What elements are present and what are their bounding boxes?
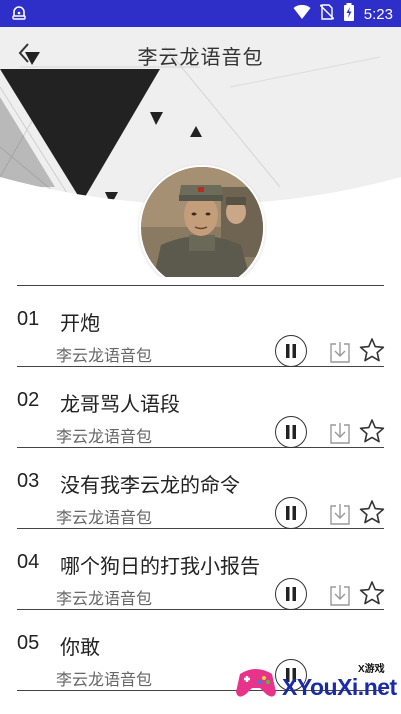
track-name: 哪个狗日的打我小报告 bbox=[60, 556, 260, 578]
pause-button[interactable] bbox=[275, 497, 307, 529]
gamepad-logo-icon bbox=[234, 660, 278, 704]
download-icon[interactable] bbox=[329, 502, 351, 526]
track-name: 没有我李云龙的命令 bbox=[60, 475, 240, 497]
track-number: 04 bbox=[17, 551, 40, 573]
watermark-small-text: X游戏 bbox=[358, 664, 385, 675]
list-item[interactable]: 03 没有我李云龙的命令 李云龙语音包 bbox=[17, 448, 385, 529]
list-item[interactable]: 02 龙哥骂人语段 李云龙语音包 bbox=[17, 367, 385, 448]
list-item[interactable]: 04 哪个狗日的打我小报告 李云龙语音包 bbox=[17, 529, 385, 610]
star-icon[interactable] bbox=[359, 499, 385, 525]
notification-icon bbox=[10, 4, 28, 27]
track-name: 你敢 bbox=[60, 637, 100, 659]
star-icon[interactable] bbox=[359, 337, 385, 363]
track-number: 01 bbox=[17, 308, 40, 330]
track-album: 李云龙语音包 bbox=[56, 672, 153, 689]
pause-icon bbox=[286, 344, 296, 358]
star-icon[interactable] bbox=[359, 418, 385, 444]
watermark: X游戏 XYouXi.net bbox=[232, 656, 398, 710]
wifi-icon bbox=[293, 4, 311, 25]
star-icon[interactable] bbox=[359, 580, 385, 606]
track-number: 02 bbox=[17, 389, 40, 411]
download-icon[interactable] bbox=[329, 583, 351, 607]
track-number: 03 bbox=[17, 470, 40, 492]
pause-button[interactable] bbox=[275, 335, 307, 367]
status-bar: 5:23 bbox=[0, 0, 401, 27]
track-album: 李云龙语音包 bbox=[56, 510, 153, 527]
no-sim-icon bbox=[319, 3, 335, 25]
battery-charging-icon bbox=[343, 2, 355, 26]
watermark-text: XYouXi.net bbox=[282, 674, 397, 700]
pause-icon bbox=[286, 425, 296, 439]
track-name: 开炮 bbox=[60, 313, 100, 335]
track-album: 李云龙语音包 bbox=[56, 348, 153, 365]
track-list: 01 开炮 李云龙语音包 02 龙哥骂人语段 李云龙语音包 03 没有我李云龙的… bbox=[17, 285, 385, 691]
header: 李云龙语音包 bbox=[0, 27, 401, 277]
track-album: 李云龙语音包 bbox=[56, 591, 153, 608]
status-time: 5:23 bbox=[363, 5, 393, 23]
pause-icon bbox=[286, 587, 296, 601]
track-album: 李云龙语音包 bbox=[56, 429, 153, 446]
track-number: 05 bbox=[17, 632, 40, 654]
page-title: 李云龙语音包 bbox=[137, 47, 264, 69]
download-icon[interactable] bbox=[329, 340, 351, 364]
pause-button[interactable] bbox=[275, 416, 307, 448]
track-name: 龙哥骂人语段 bbox=[60, 394, 180, 416]
pause-button[interactable] bbox=[275, 578, 307, 610]
download-icon[interactable] bbox=[329, 421, 351, 445]
list-item[interactable]: 01 开炮 李云龙语音包 bbox=[17, 286, 385, 367]
pause-icon bbox=[286, 506, 296, 520]
